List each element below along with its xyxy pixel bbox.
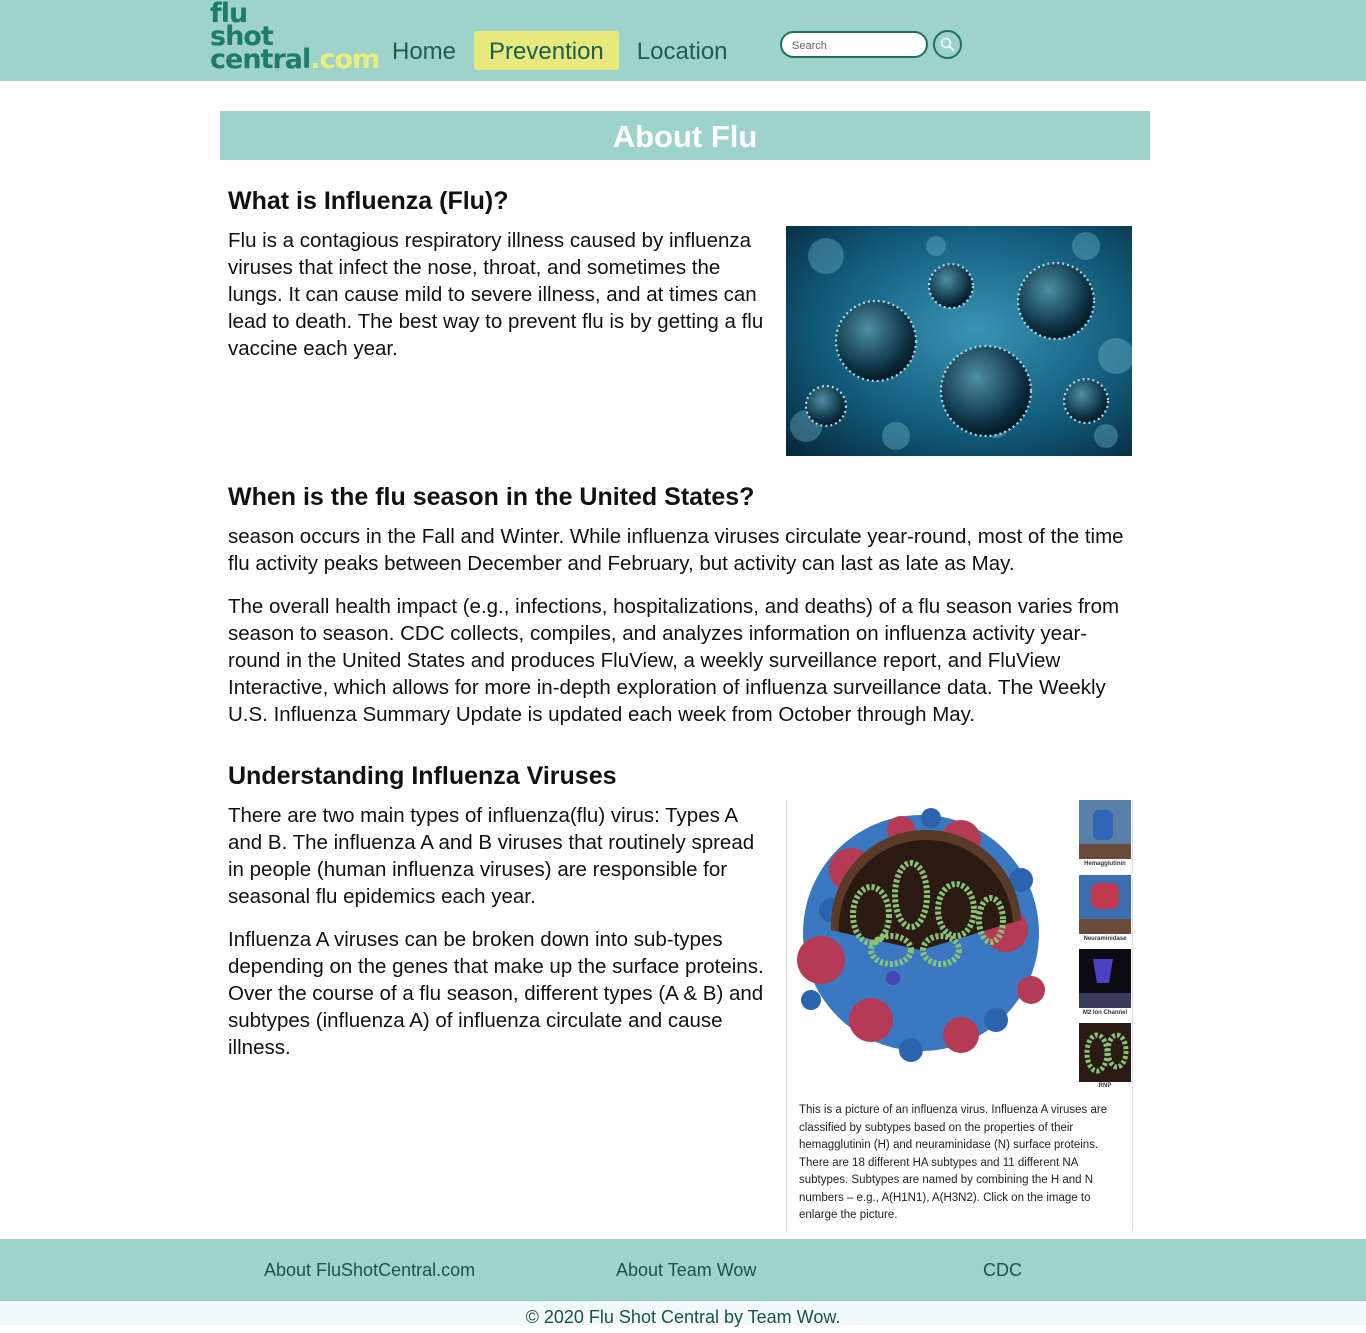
- section-body-what-is-flu: Flu is a contagious respiratory illness …: [228, 227, 778, 378]
- section-heading-what-is-flu: What is Influenza (Flu)?: [228, 187, 509, 215]
- search-icon: [940, 37, 955, 52]
- paragraph: season occurs in the Fall and Winter. Wh…: [228, 525, 1124, 575]
- section-heading-flu-season: When is the flu season in the United Sta…: [228, 483, 755, 511]
- paragraph: Flu is a contagious respiratory illness …: [228, 229, 764, 360]
- search-input[interactable]: Search: [780, 31, 928, 58]
- rnp-label: RNP: [1098, 1083, 1112, 1089]
- site-header: flu shot central.com Home Prevention Loc…: [0, 0, 1366, 81]
- main-nav: Home Prevention Location: [377, 31, 746, 70]
- paragraph: There are two main types of influenza(fl…: [228, 804, 755, 908]
- paragraph: The overall health impact (e.g., infecti…: [228, 595, 1120, 726]
- search-button[interactable]: [933, 30, 962, 59]
- logo-central: central: [210, 44, 311, 75]
- copyright-text: © 2020 Flu Shot Central by Team Wow.: [0, 1301, 1366, 1327]
- page-title: About Flu: [220, 111, 1150, 160]
- diagram-caption: This is a picture of an influenza virus.…: [799, 1104, 1108, 1221]
- hemagglutinin-thumbnail[interactable]: [1079, 800, 1131, 859]
- rnp-thumbnail[interactable]: [1079, 1023, 1131, 1082]
- hemagglutinin-label: Hemagglutinin: [1084, 861, 1126, 867]
- m2-ion-channel-thumbnail[interactable]: [1079, 949, 1131, 1008]
- paragraph: Influenza A viruses can be broken down i…: [228, 928, 764, 1059]
- nav-location[interactable]: Location: [622, 31, 743, 70]
- influenza-virus-diagram[interactable]: Hemagglutinin Neuraminidase M2 Ion Chann…: [786, 800, 1133, 1230]
- footer-link-cdc[interactable]: CDC: [983, 1260, 1022, 1281]
- site-logo[interactable]: flu shot central.com: [210, 0, 380, 73]
- influenza-virus-image: [786, 226, 1134, 456]
- site-footer: About FluShotCentral.com About Team Wow …: [0, 1239, 1366, 1301]
- nav-prevention[interactable]: Prevention: [474, 31, 619, 70]
- footer-link-about-site[interactable]: About FluShotCentral.com: [264, 1260, 475, 1281]
- neuraminidase-label: Neuraminidase: [1083, 936, 1127, 942]
- section-heading-understanding-viruses: Understanding Influenza Viruses: [228, 762, 617, 790]
- section-body-flu-season: season occurs in the Fall and Winter. Wh…: [228, 523, 1133, 744]
- logo-line-3: central.com: [210, 46, 380, 73]
- footer-link-about-team[interactable]: About Team Wow: [616, 1260, 756, 1281]
- logo-com: .com: [310, 44, 380, 75]
- neuraminidase-thumbnail[interactable]: [1079, 875, 1131, 934]
- nav-home[interactable]: Home: [377, 31, 471, 70]
- virus-structure-illustration: [797, 808, 1045, 1062]
- m2-ion-channel-label: M2 Ion Channel: [1082, 1010, 1128, 1016]
- section-body-understanding-viruses: There are two main types of influenza(fl…: [228, 802, 773, 1077]
